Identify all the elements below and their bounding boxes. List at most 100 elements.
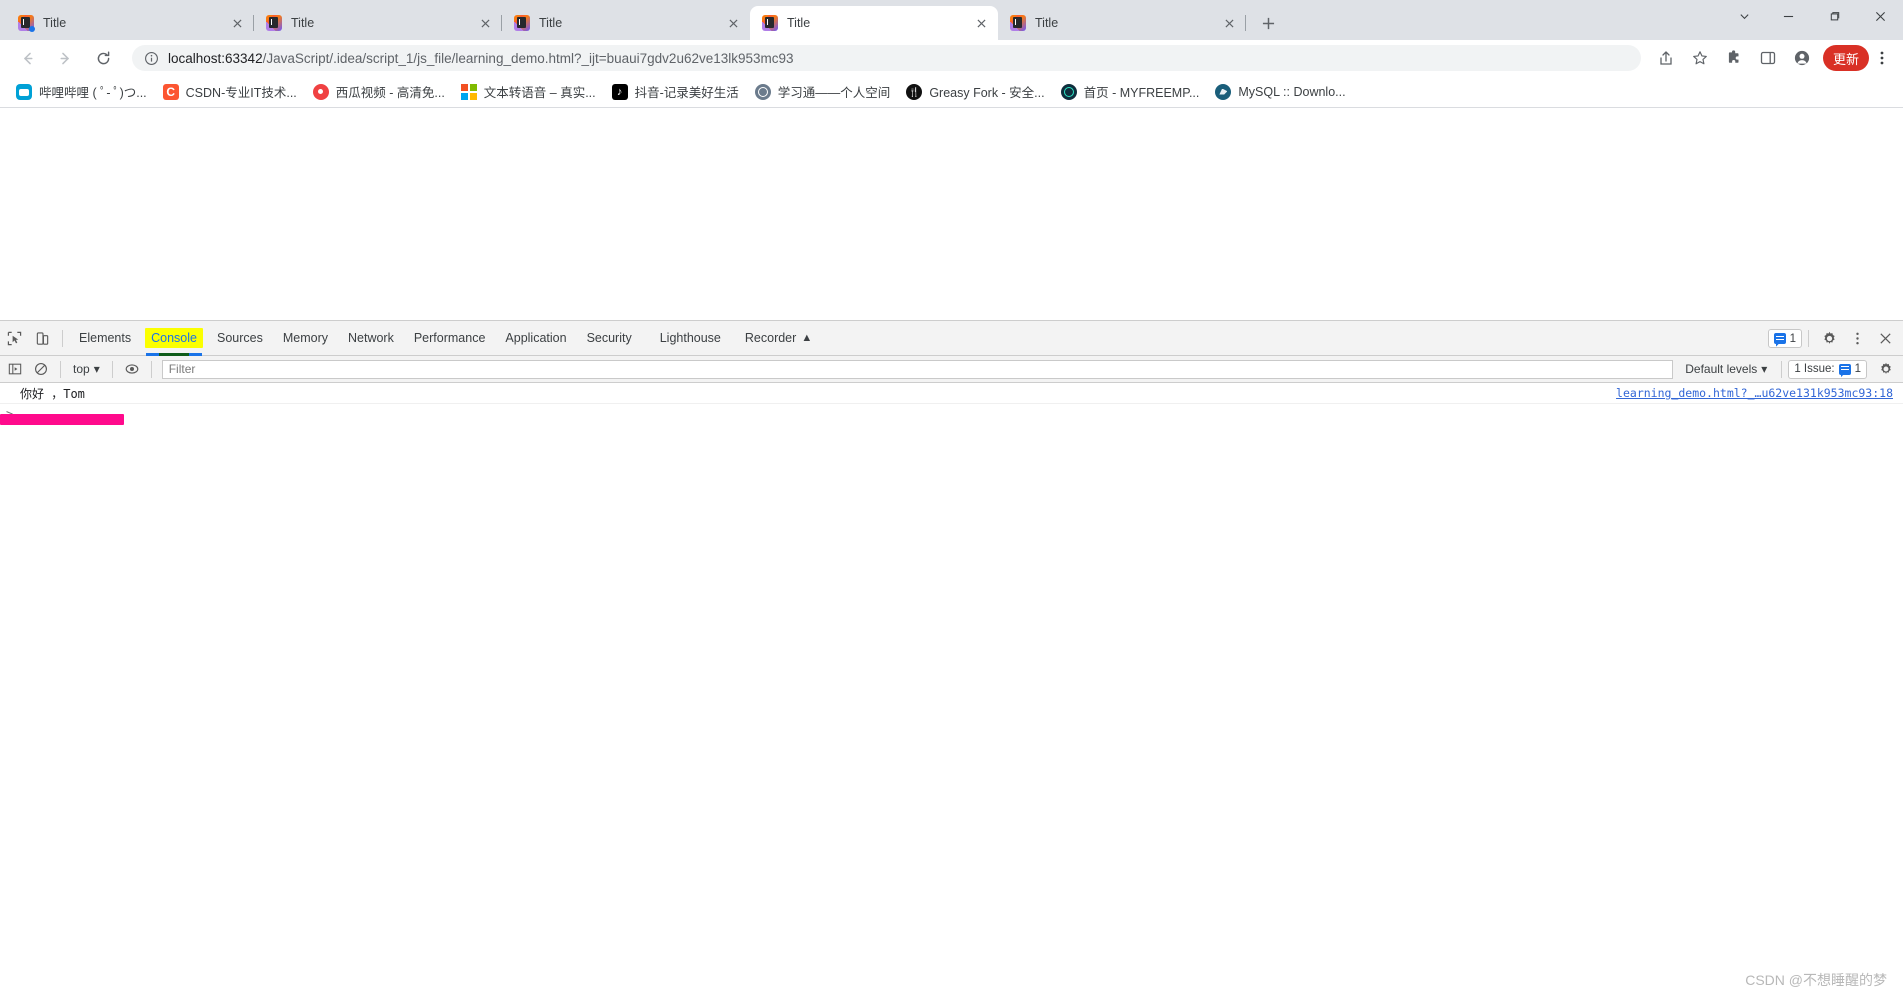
- gear-icon[interactable]: [1815, 326, 1843, 352]
- share-icon[interactable]: [1652, 44, 1680, 72]
- pink-highlight-annotation: [0, 414, 124, 425]
- close-icon[interactable]: [1220, 14, 1238, 32]
- console-filter-input[interactable]: Filter: [161, 359, 1674, 379]
- clear-console-icon[interactable]: [28, 357, 54, 381]
- profile-avatar-icon[interactable]: [1788, 44, 1816, 72]
- console-prompt[interactable]: >: [0, 404, 1903, 424]
- intellij-favicon: [18, 15, 35, 32]
- globe-icon: [754, 83, 771, 100]
- bookmark-label: 抖音-记录美好生活: [634, 86, 739, 100]
- devtools-tab-recorder[interactable]: Recorder ▲: [731, 321, 822, 356]
- browser-tab-4-active[interactable]: Title: [750, 6, 998, 40]
- bookmark-greasyfork[interactable]: 🍴 Greasy Fork - 安全...: [898, 80, 1052, 104]
- mysql-icon: [1215, 83, 1232, 100]
- inspect-element-icon[interactable]: [0, 325, 28, 351]
- issues-pill[interactable]: 1 Issue: 1: [1788, 359, 1867, 379]
- bookmark-label: 西瓜视频 - 高清免...: [335, 86, 445, 100]
- tab-strip: Title Title Title Title Title: [0, 0, 1903, 40]
- browser-tab-3[interactable]: Title: [502, 6, 750, 40]
- issues-count: 1: [1789, 332, 1796, 345]
- divider: [150, 360, 152, 378]
- browser-tab-2[interactable]: Title: [254, 6, 502, 40]
- live-expression-icon[interactable]: [119, 357, 145, 381]
- browser-tab-1[interactable]: Title: [6, 6, 254, 40]
- console-sidebar-icon[interactable]: [2, 357, 28, 381]
- minimize-icon[interactable]: [1765, 0, 1811, 32]
- devtools-tab-application[interactable]: Application: [495, 321, 576, 356]
- divider: [62, 329, 63, 347]
- bookmark-douyin[interactable]: ♪ 抖音-记录美好生活: [604, 80, 747, 104]
- url-text: localhost:63342/JavaScript/.idea/script_…: [168, 51, 794, 66]
- new-tab-button[interactable]: [1254, 9, 1282, 37]
- issues-pill-count: 1: [1854, 363, 1861, 375]
- greasyfork-icon: 🍴: [906, 83, 923, 100]
- tab-separator: [1245, 15, 1246, 31]
- chrome-menu-icon[interactable]: [1869, 44, 1895, 72]
- context-label: top: [73, 362, 90, 376]
- divider: [1808, 330, 1809, 347]
- close-window-icon[interactable]: [1857, 0, 1903, 32]
- bookmark-xigua[interactable]: 西瓜视频 - 高清免...: [305, 80, 453, 104]
- close-icon[interactable]: [724, 14, 742, 32]
- bookmark-mysql[interactable]: MySQL :: Downlo...: [1207, 80, 1353, 104]
- maximize-icon[interactable]: [1811, 0, 1857, 32]
- browser-window: Title Title Title Title Title localhost:…: [0, 0, 1903, 1002]
- tab-label: Performance: [413, 331, 486, 345]
- issues-pill-label: 1 Issue:: [1794, 363, 1835, 375]
- devtools-tab-network[interactable]: Network: [338, 321, 404, 356]
- tab-label: Console: [151, 331, 197, 345]
- device-toolbar-icon[interactable]: [28, 325, 56, 351]
- issues-counter[interactable]: 1: [1767, 329, 1802, 348]
- console-settings-icon[interactable]: [1873, 357, 1899, 381]
- bookmark-tts[interactable]: 文本转语音 – 真实...: [453, 80, 604, 104]
- console-message-row: 你好 ，Tom learning_demo.html?_…u62ve131k95…: [0, 384, 1903, 404]
- window-controls: [1723, 0, 1903, 32]
- bookmark-label: 文本转语音 – 真实...: [483, 86, 596, 100]
- close-icon[interactable]: [476, 14, 494, 32]
- message-badge-icon: [1838, 363, 1851, 375]
- microsoft-icon: [460, 83, 477, 100]
- tab-title: Title: [43, 16, 67, 30]
- address-bar[interactable]: localhost:63342/JavaScript/.idea/script_…: [132, 45, 1641, 71]
- close-icon[interactable]: [228, 14, 246, 32]
- site-info-icon[interactable]: [144, 51, 159, 66]
- console-messages: 你好 ，Tom learning_demo.html?_…u62ve131k95…: [0, 384, 1903, 1002]
- devtools-tab-lighthouse[interactable]: Lighthouse: [642, 321, 731, 356]
- log-levels-selector[interactable]: Default levels ▾: [1677, 362, 1775, 376]
- tab-label: Security: [586, 331, 632, 345]
- extensions-icon[interactable]: [1720, 44, 1748, 72]
- update-button[interactable]: 更新: [1822, 45, 1869, 71]
- close-icon[interactable]: [972, 14, 990, 32]
- devtools-tab-performance[interactable]: Performance: [404, 321, 496, 356]
- devtools-tab-elements[interactable]: Elements: [69, 321, 141, 356]
- bookmark-xuexitong[interactable]: 学习通——个人空间: [747, 80, 899, 104]
- side-panel-icon[interactable]: [1754, 44, 1782, 72]
- devtools-tab-sources[interactable]: Sources: [207, 321, 273, 356]
- console-message-text: 你好 ，Tom: [20, 387, 85, 401]
- douyin-icon: ♪: [611, 83, 628, 100]
- browser-tab-5[interactable]: Title: [998, 6, 1246, 40]
- devtools-tabbar: Elements Console Sources Memory Network …: [0, 321, 1903, 356]
- intellij-favicon: [1010, 15, 1026, 31]
- console-source-link[interactable]: learning_demo.html?_…u62ve131k953mc93:18: [1616, 386, 1893, 400]
- forward-button[interactable]: [51, 44, 79, 72]
- chevron-down-icon[interactable]: [1723, 0, 1765, 32]
- more-options-icon[interactable]: [1843, 326, 1871, 352]
- bookmark-myfreemp3[interactable]: 首页 - MYFREEMP...: [1053, 80, 1208, 104]
- close-devtools-icon[interactable]: [1871, 326, 1899, 352]
- bookmark-star-icon[interactable]: [1686, 44, 1714, 72]
- bookmark-bilibili[interactable]: 哔哩哔哩 ( ﾟ- ﾟ)つ...: [8, 80, 155, 104]
- devtools-tab-console[interactable]: Console: [141, 321, 207, 356]
- bookmark-label: MySQL :: Downlo...: [1238, 84, 1346, 99]
- devtools-tab-memory[interactable]: Memory: [273, 321, 338, 356]
- reload-button[interactable]: [89, 44, 117, 72]
- intellij-favicon: [762, 15, 778, 31]
- message-badge-icon: [1773, 333, 1786, 344]
- bookmark-csdn[interactable]: C CSDN-专业IT技术...: [155, 80, 305, 104]
- back-button[interactable]: [13, 44, 41, 72]
- devtools-tab-security[interactable]: Security: [577, 321, 642, 356]
- tab-label: Recorder: [744, 331, 797, 345]
- bookmarks-bar: 哔哩哔哩 ( ﾟ- ﾟ)つ... C CSDN-专业IT技术... 西瓜视频 -…: [0, 76, 1903, 108]
- execution-context-selector[interactable]: top ▾: [67, 362, 106, 376]
- divider: [1781, 360, 1783, 378]
